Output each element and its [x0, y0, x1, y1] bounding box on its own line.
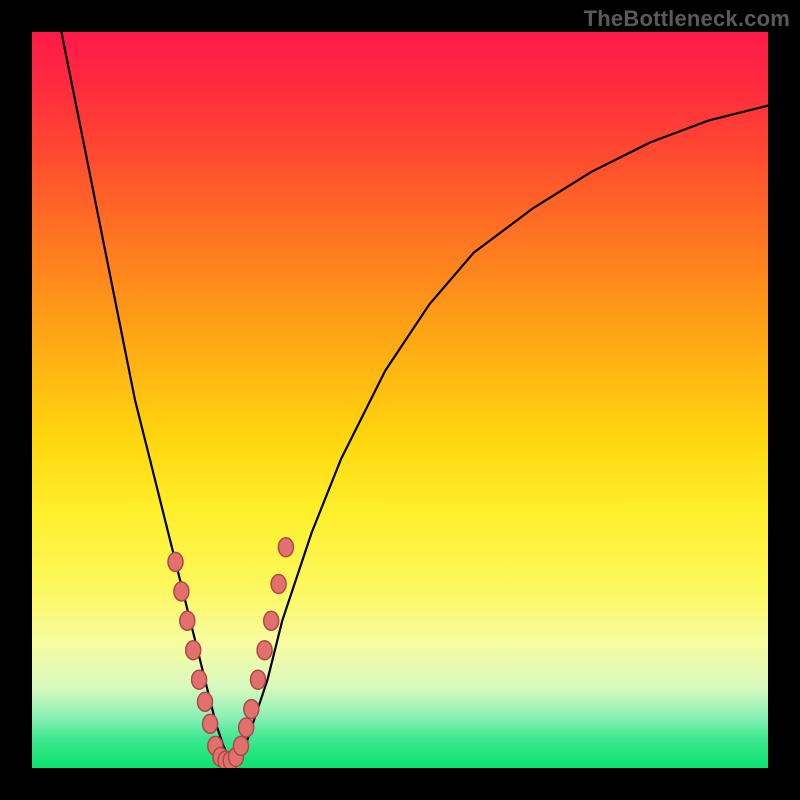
watermark: TheBottleneck.com	[584, 6, 790, 32]
marker-dot	[198, 692, 213, 711]
marker-dot	[186, 641, 201, 660]
marker-dot	[244, 700, 259, 719]
marker-dot	[257, 641, 272, 660]
plot-area	[32, 32, 768, 768]
marker-dot	[234, 736, 249, 755]
marker-dot	[278, 538, 293, 557]
marker-dot	[264, 611, 279, 630]
marker-dot	[271, 575, 286, 594]
chart-svg	[32, 32, 768, 768]
marker-dot	[192, 670, 207, 689]
marker-dot	[180, 611, 195, 630]
marker-dot	[168, 552, 183, 571]
marker-dot	[203, 714, 218, 733]
marker-dot	[174, 582, 189, 601]
chart-frame: TheBottleneck.com	[0, 0, 800, 800]
marker-dot	[239, 718, 254, 737]
marker-dot	[251, 670, 266, 689]
bottleneck-curve	[61, 32, 768, 761]
